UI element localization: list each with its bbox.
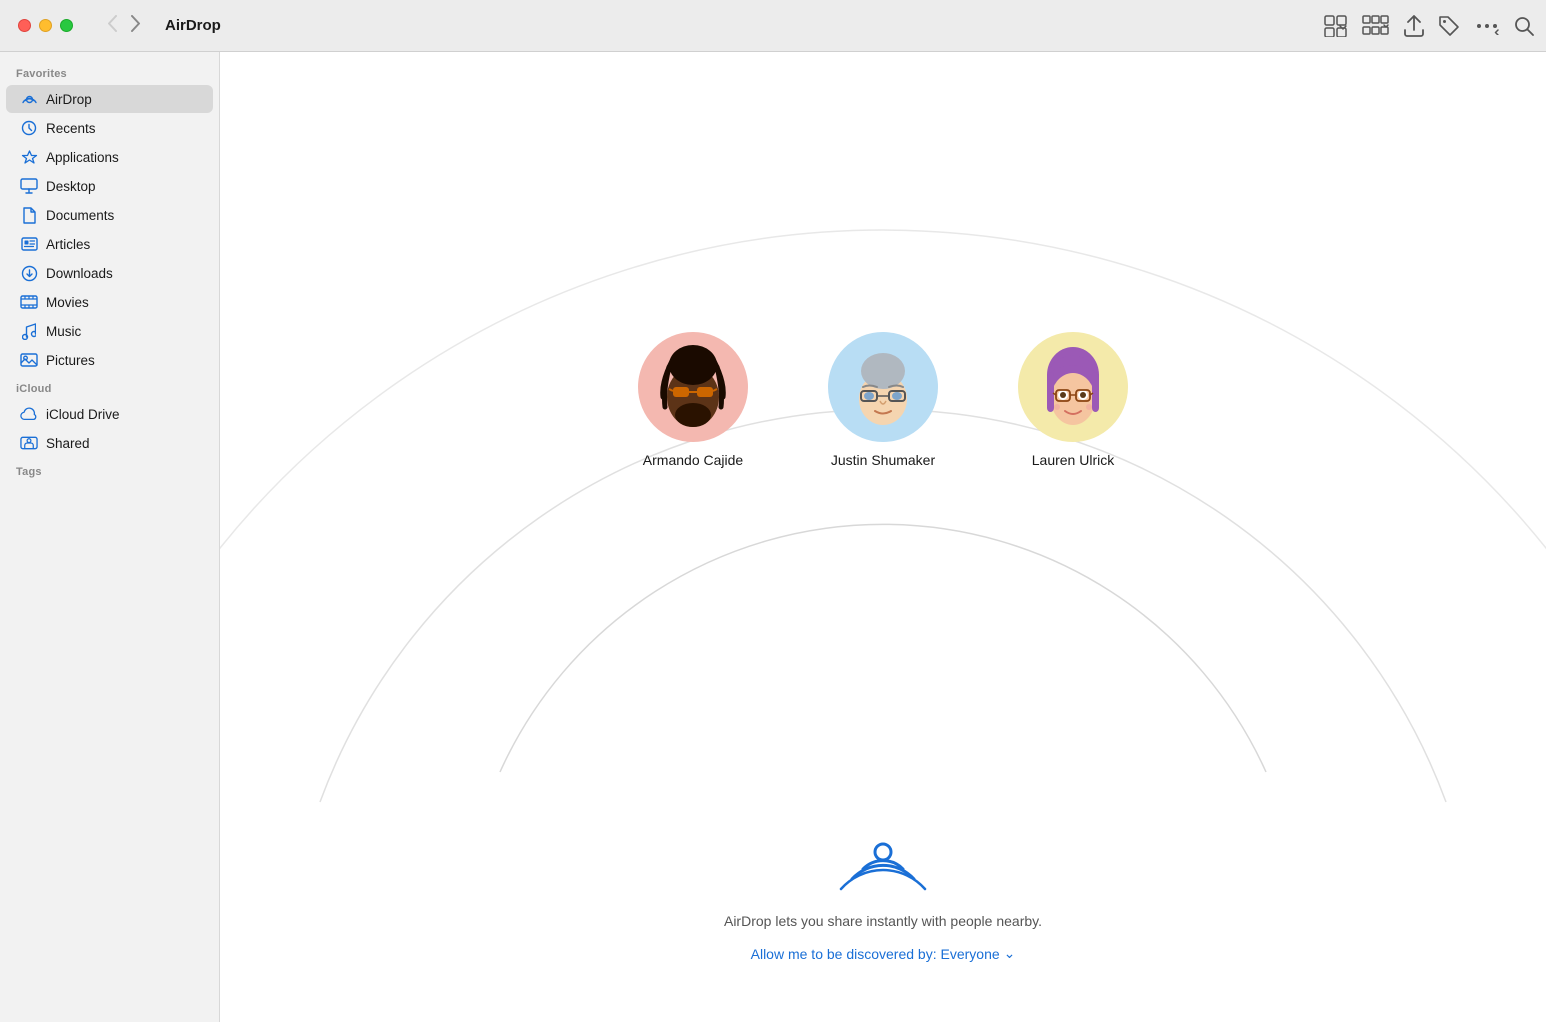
sidebar-item-documents-label: Documents [46, 208, 114, 223]
minimize-button[interactable] [39, 19, 52, 32]
person-justin[interactable]: Justin Shumaker [828, 332, 938, 468]
desktop-icon [20, 177, 38, 195]
close-button[interactable] [18, 19, 31, 32]
person-lauren-name: Lauren Ulrick [1032, 452, 1114, 468]
sidebar-item-desktop[interactable]: Desktop [6, 172, 213, 200]
group-icon[interactable] [1362, 15, 1390, 37]
sidebar-item-recents-label: Recents [46, 121, 96, 136]
sidebar-item-shared[interactable]: Shared [6, 429, 213, 457]
sidebar-item-applications[interactable]: Applications [6, 143, 213, 171]
sidebar-item-movies[interactable]: Movies [6, 288, 213, 316]
sidebar-item-documents[interactable]: Documents [6, 201, 213, 229]
movies-icon [20, 293, 38, 311]
person-lauren[interactable]: Lauren Ulrick [1018, 332, 1128, 468]
sidebar-item-applications-label: Applications [46, 150, 119, 165]
share-icon[interactable] [1404, 15, 1424, 37]
sidebar-item-pictures-label: Pictures [46, 353, 95, 368]
sidebar-item-recents[interactable]: Recents [6, 114, 213, 142]
search-icon[interactable] [1514, 16, 1534, 36]
nav-buttons [103, 13, 145, 39]
sidebar-item-icloud-drive-label: iCloud Drive [46, 407, 120, 422]
sidebar-item-downloads-label: Downloads [46, 266, 113, 281]
sidebar-item-movies-label: Movies [46, 295, 89, 310]
person-armando[interactable]: Armando Cajide [638, 332, 748, 468]
sidebar-item-icloud-drive[interactable]: iCloud Drive [6, 400, 213, 428]
person-justin-name: Justin Shumaker [831, 452, 935, 468]
music-icon [20, 322, 38, 340]
sidebar: Favorites AirDrop Recents [0, 52, 220, 1022]
main-content: Favorites AirDrop Recents [0, 52, 1546, 1022]
icloud-icon [20, 405, 38, 423]
sidebar-item-airdrop-label: AirDrop [46, 92, 92, 107]
tag-icon[interactable] [1438, 15, 1460, 37]
avatar-lauren [1018, 332, 1128, 442]
toolbar: AirDrop [91, 13, 1546, 39]
sidebar-item-articles[interactable]: Articles [6, 230, 213, 258]
window-controls [0, 19, 91, 32]
documents-icon [20, 206, 38, 224]
forward-button[interactable] [127, 13, 145, 39]
sidebar-item-articles-label: Articles [46, 237, 90, 252]
downloads-icon [20, 264, 38, 282]
airdrop-icon [20, 90, 38, 108]
pictures-icon [20, 351, 38, 369]
sidebar-item-music[interactable]: Music [6, 317, 213, 345]
sidebar-item-airdrop[interactable]: AirDrop [6, 85, 213, 113]
people-row: Armando Cajide [638, 332, 1128, 468]
toolbar-actions [1324, 15, 1534, 37]
sidebar-item-pictures[interactable]: Pictures [6, 346, 213, 374]
favorites-label: Favorites [0, 60, 219, 84]
sidebar-item-desktop-label: Desktop [46, 179, 96, 194]
content-area: Armando Cajide [220, 52, 1546, 1022]
person-armando-name: Armando Cajide [643, 452, 743, 468]
applications-icon [20, 148, 38, 166]
shared-icon [20, 434, 38, 452]
chevron-down-icon: ⌄ [1004, 945, 1016, 962]
avatar-justin [828, 332, 938, 442]
window-title: AirDrop [165, 17, 221, 34]
tags-label: Tags [0, 458, 219, 482]
back-button[interactable] [103, 13, 121, 39]
airdrop-discovery-label: Allow me to be discovered by: Everyone [751, 946, 1000, 962]
sidebar-item-downloads[interactable]: Downloads [6, 259, 213, 287]
titlebar: AirDrop [0, 0, 1546, 52]
airdrop-description: AirDrop lets you share instantly with pe… [724, 913, 1042, 929]
recents-icon [20, 119, 38, 137]
sidebar-item-music-label: Music [46, 324, 81, 339]
avatar-armando [638, 332, 748, 442]
view-grid-icon[interactable] [1324, 15, 1348, 37]
more-icon[interactable] [1474, 17, 1500, 35]
airdrop-discovery-button[interactable]: Allow me to be discovered by: Everyone ⌄ [751, 945, 1016, 962]
bottom-section: AirDrop lets you share instantly with pe… [220, 807, 1546, 962]
airdrop-radar-icon [838, 807, 928, 897]
sidebar-item-shared-label: Shared [46, 436, 90, 451]
icloud-label: iCloud [0, 375, 219, 399]
maximize-button[interactable] [60, 19, 73, 32]
articles-icon [20, 235, 38, 253]
